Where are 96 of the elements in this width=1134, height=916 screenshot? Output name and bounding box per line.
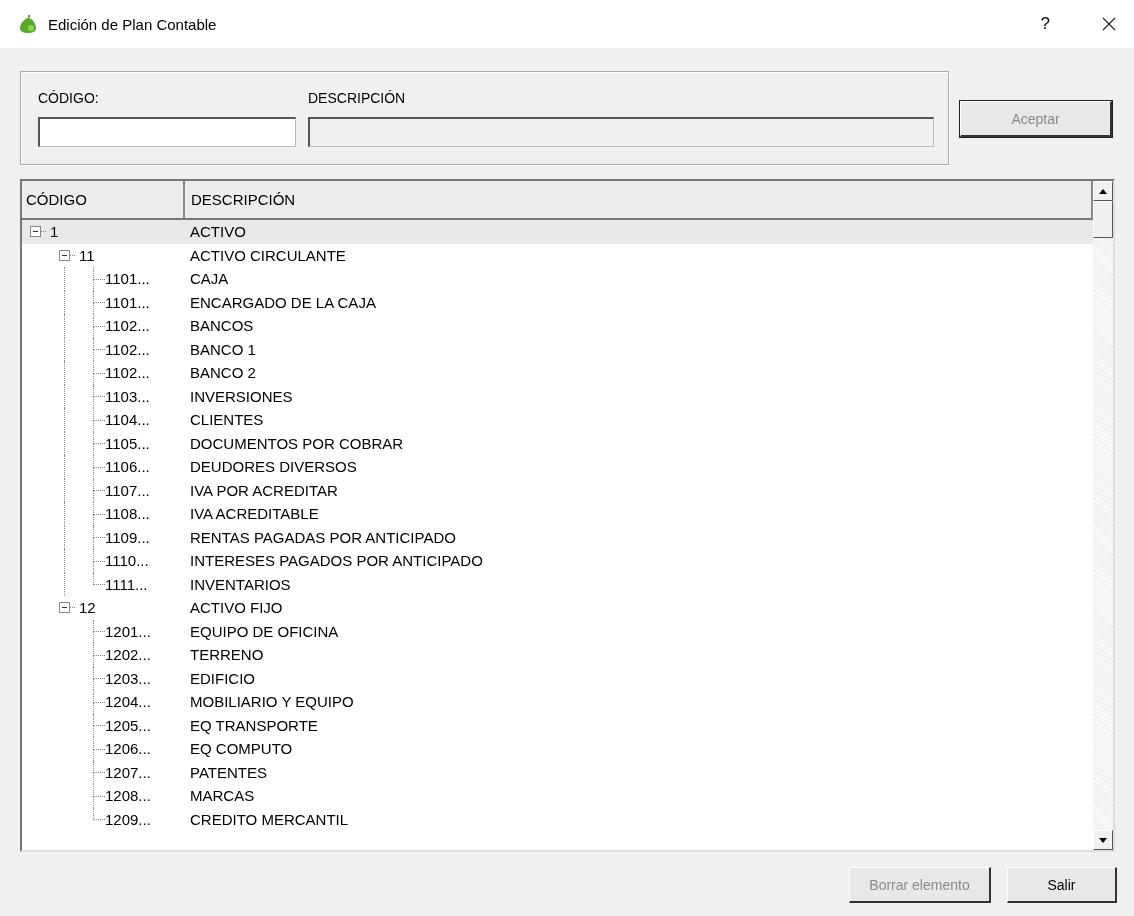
tree-row[interactable]: 1202... TERRENO xyxy=(22,643,1093,667)
tree-row[interactable]: 1111... INVENTARIOS xyxy=(22,572,1093,596)
tree-row[interactable]: 1204... MOBILIARIO Y EQUIPO xyxy=(22,690,1093,714)
tree-row[interactable]: 1105... DOCUMENTOS POR COBRAR xyxy=(22,431,1093,455)
tree-row[interactable]: 1104... CLIENTES xyxy=(22,408,1093,432)
account-description: INVERSIONES xyxy=(189,387,293,405)
account-description: ENCARGADO DE LA CAJA xyxy=(189,293,376,311)
account-description: BANCO 2 xyxy=(189,364,256,382)
code-label: CÓDIGO: xyxy=(38,90,100,106)
account-description: IVA ACREDITABLE xyxy=(189,505,319,523)
tree-row[interactable]: 1109... RENTAS PAGADAS POR ANTICIPADO xyxy=(22,525,1093,549)
tree-row[interactable]: 1102... BANCO 2 xyxy=(22,361,1093,385)
pear-icon xyxy=(18,14,38,34)
tree-row[interactable]: 1208... MARCAS xyxy=(22,784,1093,808)
tree-row[interactable]: 1201... EQUIPO DE OFICINA xyxy=(22,619,1093,643)
account-code: 1105... xyxy=(105,434,150,452)
account-description: INVENTARIOS xyxy=(189,575,291,593)
account-code: 1 xyxy=(49,223,59,241)
account-code: 1106... xyxy=(105,458,150,476)
scrollbar[interactable] xyxy=(1093,181,1113,850)
account-code: 1208... xyxy=(105,787,151,805)
tree-row[interactable]: 1101... CAJA xyxy=(22,267,1093,291)
account-code: 1111... xyxy=(105,575,148,593)
account-description: MOBILIARIO Y EQUIPO xyxy=(189,693,354,711)
account-description: IVA POR ACREDITAR xyxy=(189,481,338,499)
account-description: PATENTES xyxy=(189,763,267,781)
account-code: 1205... xyxy=(105,716,151,734)
account-code: 1108... xyxy=(105,505,150,523)
account-code: 1110... xyxy=(105,552,149,570)
account-description: DOCUMENTOS POR COBRAR xyxy=(189,434,404,452)
account-code: 12 xyxy=(78,599,96,617)
tree-row[interactable]: 1107... IVA POR ACREDITAR xyxy=(22,478,1093,502)
account-code: 1109... xyxy=(105,528,150,546)
tree-row[interactable]: 1205... EQ TRANSPORTE xyxy=(22,713,1093,737)
close-icon xyxy=(1102,17,1116,31)
account-code: 1102... xyxy=(105,364,150,382)
tree-row[interactable]: 1102... BANCO 1 xyxy=(22,337,1093,361)
tree-row[interactable]: 1106... DEUDORES DIVERSOS xyxy=(22,455,1093,479)
account-description: RENTAS PAGADAS POR ANTICIPADO xyxy=(189,528,456,546)
account-code: 1207... xyxy=(105,763,151,781)
account-code: 1201... xyxy=(105,622,151,640)
column-header[interactable]: CÓDIGO xyxy=(22,181,185,218)
account-code: 1102... xyxy=(105,317,150,335)
help-button[interactable]: ? xyxy=(1040,14,1050,34)
tree-row[interactable]: 1 ACTIVO xyxy=(22,220,1093,244)
account-code: 1204... xyxy=(105,693,151,711)
collapse-icon[interactable] xyxy=(59,249,70,261)
tree-row[interactable]: 1203... EDIFICIO xyxy=(22,666,1093,690)
tree-row[interactable]: 1206... EQ COMPUTO xyxy=(22,737,1093,761)
account-code: 1102... xyxy=(105,340,150,358)
account-code: 1107... xyxy=(105,481,150,499)
account-description: CAJA xyxy=(189,270,229,288)
tree-row[interactable]: 1209... CREDITO MERCANTIL xyxy=(22,807,1093,831)
account-description: BANCOS xyxy=(189,317,254,335)
account-description: ACTIVO FIJO xyxy=(189,599,283,617)
tree-row[interactable]: 1101... ENCARGADO DE LA CAJA xyxy=(22,290,1093,314)
account-code: 11 xyxy=(78,246,95,264)
collapse-icon[interactable] xyxy=(59,602,70,614)
account-description: BANCO 1 xyxy=(189,340,256,358)
description-label: DESCRIPCIÓN xyxy=(308,90,407,106)
down-arrow-icon xyxy=(1099,837,1107,843)
account-code: 1104... xyxy=(105,411,150,429)
account-description: EQ COMPUTO xyxy=(189,740,293,758)
account-description: CLIENTES xyxy=(189,411,264,429)
account-description: EQUIPO DE OFICINA xyxy=(189,622,339,640)
account-description: ACTIVO CIRCULANTE xyxy=(189,246,346,264)
account-description: DEUDORES DIVERSOS xyxy=(189,458,357,476)
account-code: 1101... xyxy=(105,293,150,311)
tree-row[interactable]: 1110... INTERESES PAGADOS POR ANTICIPADO xyxy=(22,549,1093,573)
account-code: 1203... xyxy=(105,669,151,687)
tree-row[interactable]: 1102... BANCOS xyxy=(22,314,1093,338)
up-arrow-icon xyxy=(1099,188,1107,194)
account-code: 1103... xyxy=(105,387,150,405)
account-description: INTERESES PAGADOS POR ANTICIPADO xyxy=(189,552,483,570)
account-description: CREDITO MERCANTIL xyxy=(189,810,349,828)
exit-button[interactable]: Salir xyxy=(1007,867,1117,903)
account-description: ACTIVO xyxy=(189,223,246,241)
collapse-icon[interactable] xyxy=(30,226,41,238)
account-description: EDIFICIO xyxy=(189,669,255,687)
account-code: 1202... xyxy=(105,646,151,664)
tree-row[interactable]: 1207... PATENTES xyxy=(22,760,1093,784)
code-field[interactable] xyxy=(38,117,296,147)
scroll-down-button[interactable] xyxy=(1093,830,1113,850)
account-description: TERRENO xyxy=(189,646,264,664)
tree-row[interactable]: 1108... IVA ACREDITABLE xyxy=(22,502,1093,526)
account-code: 1101... xyxy=(105,270,150,288)
window-title: Edición de Plan Contable xyxy=(48,15,218,33)
scroll-up-button[interactable] xyxy=(1093,181,1113,201)
account-code: 1206... xyxy=(105,740,151,758)
tree-row[interactable]: 12 ACTIVO FIJO xyxy=(22,596,1093,620)
tree-row[interactable]: 11 ACTIVO CIRCULANTE xyxy=(22,243,1093,267)
account-description: MARCAS xyxy=(189,787,255,805)
account-description: EQ TRANSPORTE xyxy=(189,716,318,734)
account-code: 1209... xyxy=(105,810,151,828)
tree-row[interactable]: 1103... INVERSIONES xyxy=(22,384,1093,408)
scroll-thumb[interactable] xyxy=(1093,201,1113,238)
